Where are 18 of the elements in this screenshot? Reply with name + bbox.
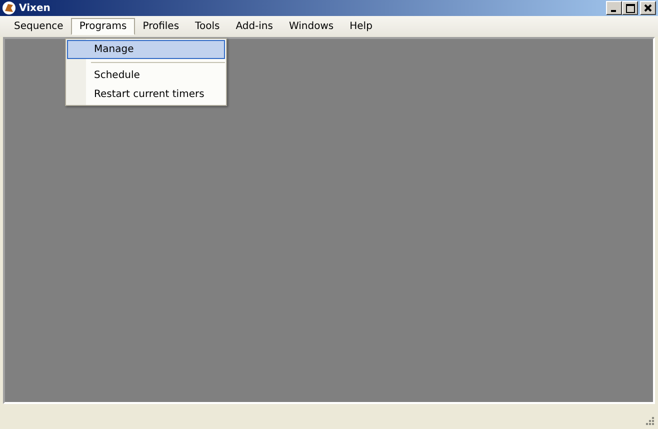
dropdown-item[interactable]: Manage: [67, 40, 225, 59]
dropdown-item[interactable]: Restart current timers: [67, 85, 225, 104]
menu-item[interactable]: Help: [342, 18, 380, 35]
menu-item[interactable]: Tools: [187, 18, 228, 35]
menu-item[interactable]: Profiles: [134, 18, 188, 35]
window-title: Vixen: [19, 2, 50, 14]
close-icon: [644, 4, 652, 12]
close-button[interactable]: [640, 1, 656, 15]
menu-item[interactable]: Sequence: [6, 18, 72, 35]
maximize-button[interactable]: [622, 1, 638, 15]
maximize-icon: [626, 4, 634, 12]
dropdown-item[interactable]: Schedule: [67, 66, 225, 85]
menu-item[interactable]: Programs: [71, 18, 135, 35]
menu-item[interactable]: Add-ins: [228, 18, 281, 35]
minimize-button[interactable]: [606, 1, 622, 15]
menu-item[interactable]: Windows: [280, 18, 342, 35]
app-icon: [2, 1, 16, 15]
resize-grip-icon: [645, 416, 655, 426]
